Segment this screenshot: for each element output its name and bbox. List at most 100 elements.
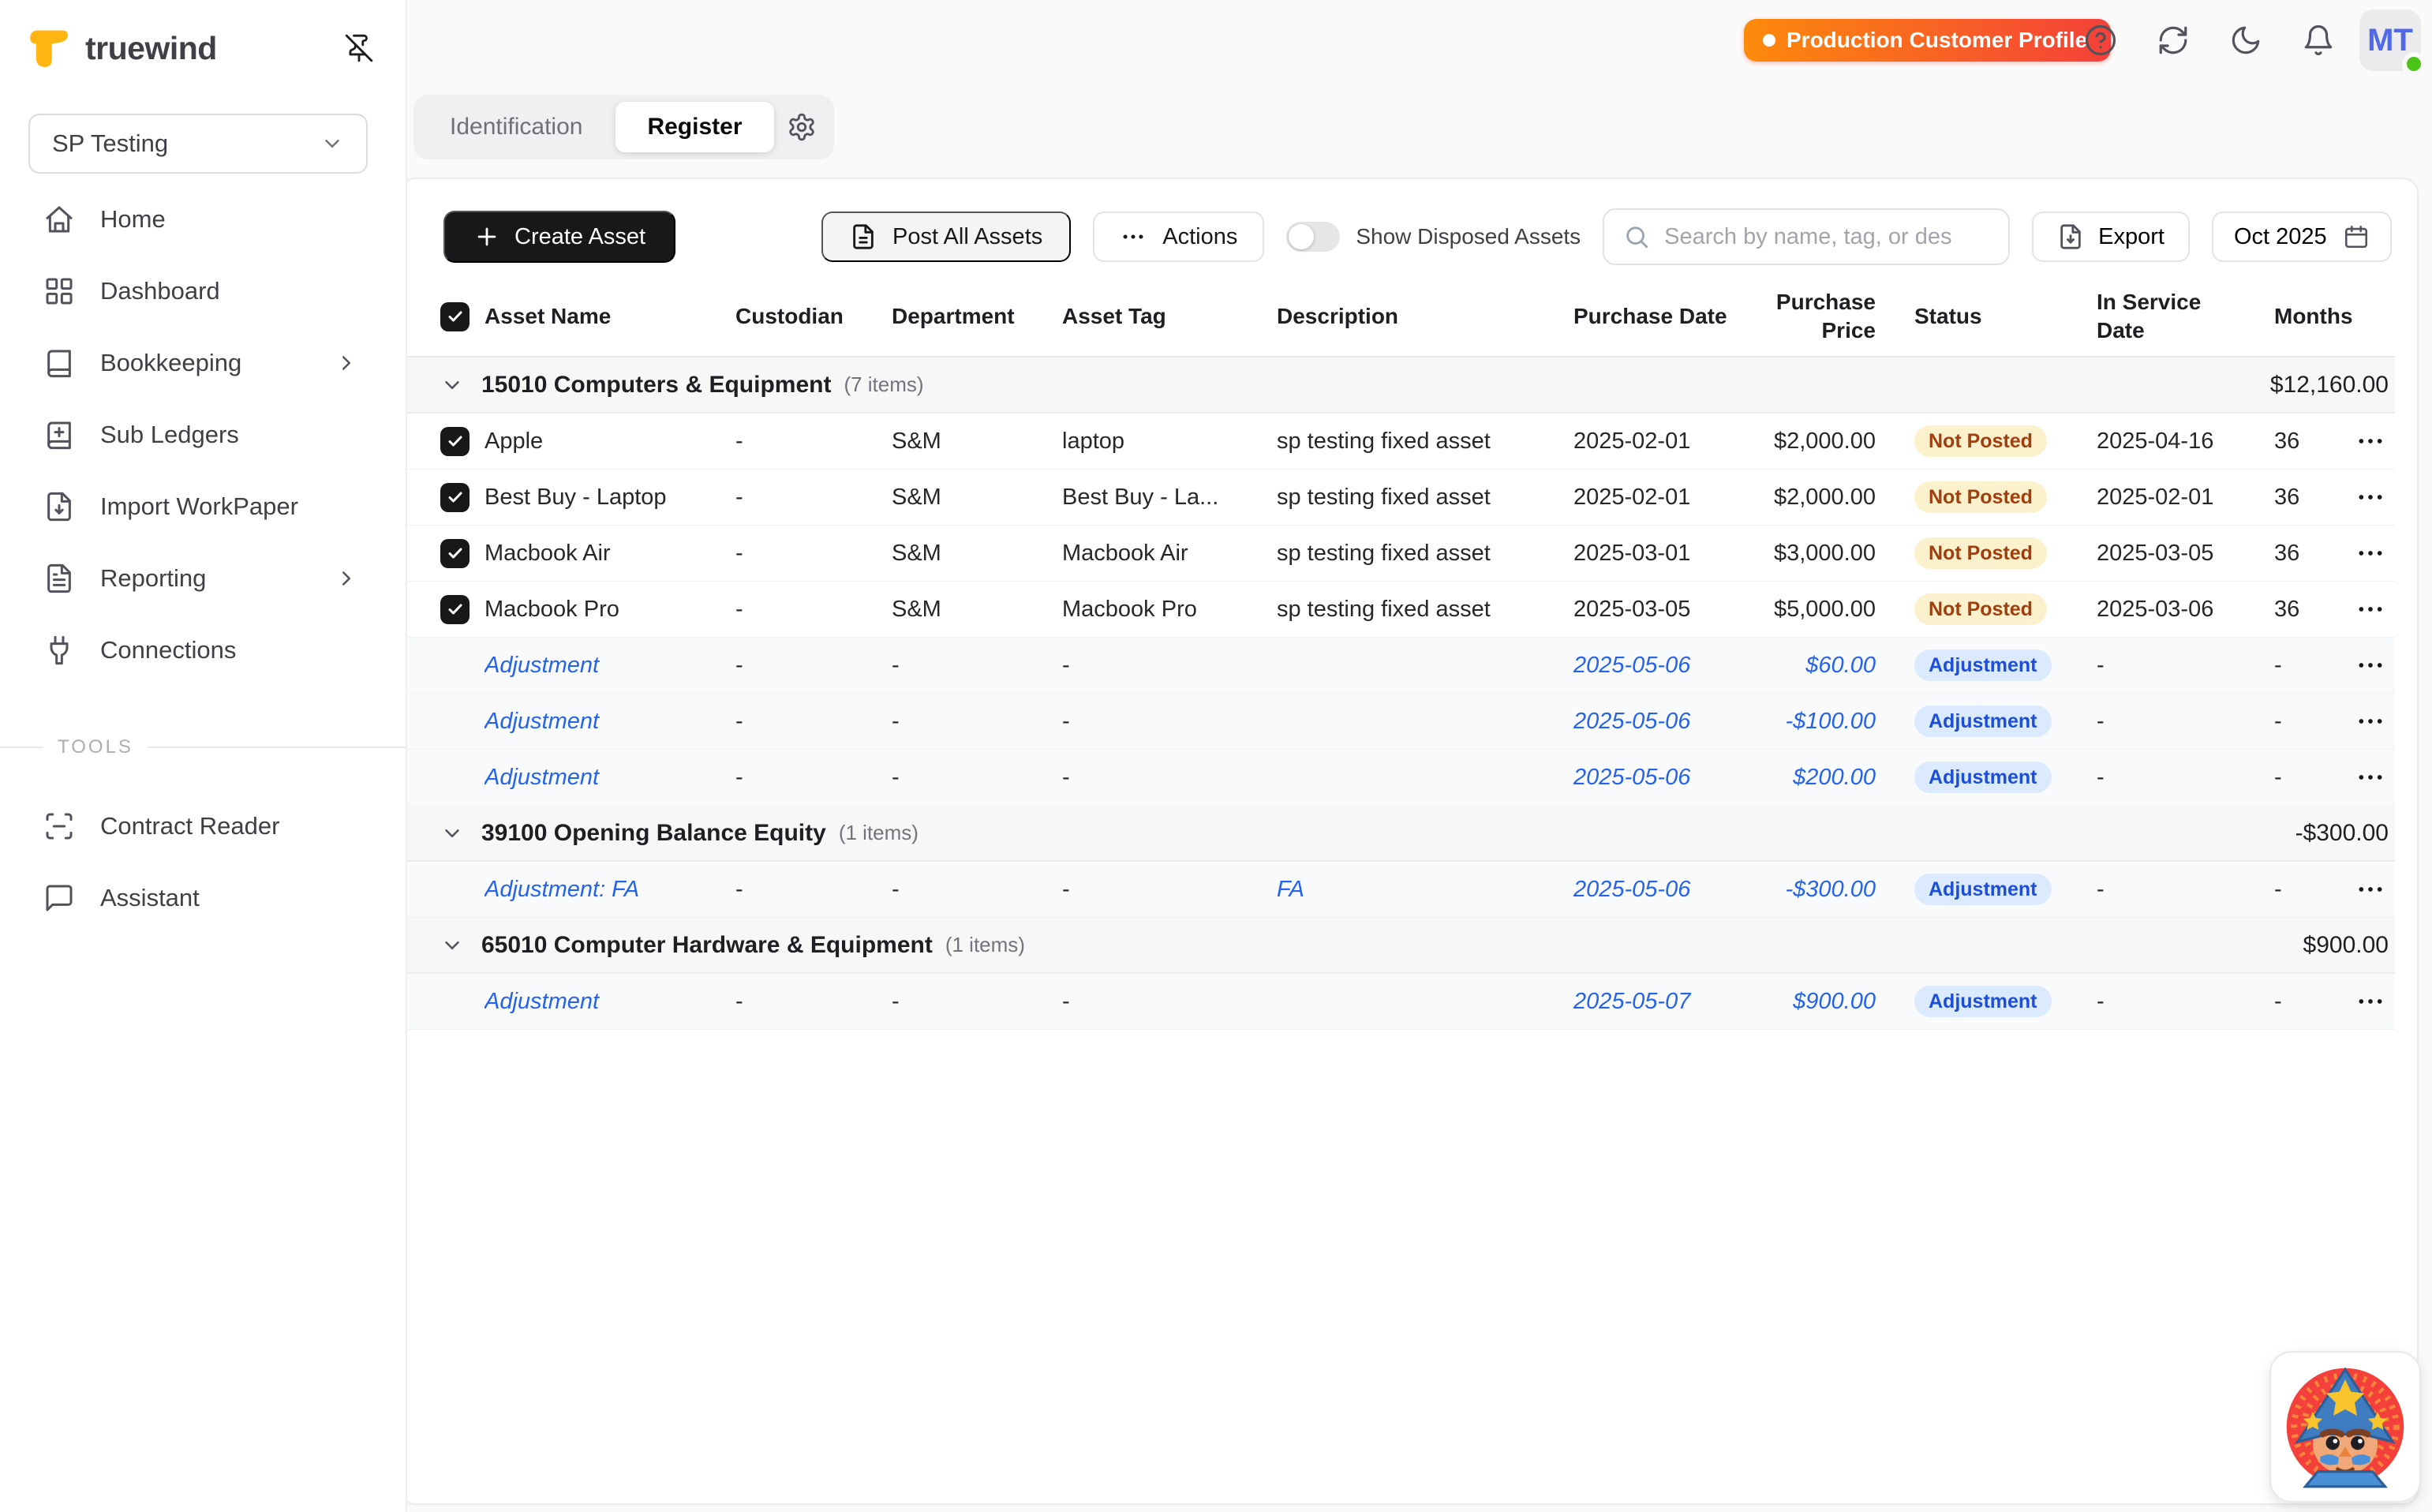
status-badge: Not Posted xyxy=(1914,537,2047,569)
sidebar-item-reporting[interactable]: Reporting xyxy=(0,542,406,614)
disposed-toggle-group: Show Disposed Assets xyxy=(1286,222,1581,252)
row-actions-button[interactable] xyxy=(2345,705,2395,737)
table-row[interactable]: Adjustment---2025-05-07$900.00Adjustment… xyxy=(402,974,2395,1030)
tools-item-assistant[interactable]: Assistant xyxy=(0,862,406,934)
status-badge: Adjustment xyxy=(1914,762,2052,793)
status-badge: Adjustment xyxy=(1914,705,2052,737)
cell-asset-name[interactable]: Adjustment xyxy=(485,765,735,791)
row-checkbox[interactable] xyxy=(440,427,470,456)
production-profile-badge[interactable]: Production Customer Profile xyxy=(1744,19,2111,62)
table-row[interactable]: Apple-S&Mlaptopsp testing fixed asset202… xyxy=(402,414,2395,470)
help-icon[interactable] xyxy=(2084,24,2117,57)
create-asset-button[interactable]: Create Asset xyxy=(443,211,675,263)
group-row[interactable]: 39100 Opening Balance Equity(1 items)-$3… xyxy=(402,806,2395,862)
post-all-assets-button[interactable]: Post All Assets xyxy=(821,211,1071,262)
row-checkbox[interactable] xyxy=(440,483,470,512)
cell-department: - xyxy=(892,989,1062,1015)
search-input[interactable] xyxy=(1664,224,1989,250)
cell-department: - xyxy=(892,877,1062,903)
cell-purchase-price: -$300.00 xyxy=(1727,877,1876,903)
table-row[interactable]: Best Buy - Laptop-S&MBest Buy - La...sp … xyxy=(402,470,2395,526)
row-actions-button[interactable] xyxy=(2345,537,2395,569)
group-row[interactable]: 15010 Computers & Equipment(7 items)$12,… xyxy=(402,357,2395,414)
truewind-logo-icon xyxy=(25,24,73,73)
dark-mode-icon[interactable] xyxy=(2229,24,2262,57)
table-row[interactable]: Macbook Air-S&MMacbook Airsp testing fix… xyxy=(402,526,2395,582)
row-actions-button[interactable] xyxy=(2345,481,2395,513)
topbar-icons xyxy=(2084,24,2335,57)
create-asset-label: Create Asset xyxy=(514,224,645,250)
tabs-settings-gear-icon[interactable] xyxy=(787,112,817,142)
cell-purchase-date: 2025-03-05 xyxy=(1573,597,1727,623)
pin-off-icon[interactable] xyxy=(344,33,374,63)
chevron-down-icon xyxy=(440,934,464,957)
tab-register[interactable]: Register xyxy=(615,102,773,152)
book-plus-icon xyxy=(43,419,75,451)
cell-status: Adjustment xyxy=(1876,649,2097,681)
row-actions-button[interactable] xyxy=(2345,762,2395,793)
sidebar-item-import-workpaper[interactable]: Import WorkPaper xyxy=(0,470,406,542)
cell-asset-tag: - xyxy=(1062,653,1277,679)
tab-identification[interactable]: Identification xyxy=(421,114,611,140)
cell-asset-name[interactable]: Adjustment xyxy=(485,989,735,1015)
cell-asset-name[interactable]: Adjustment: FA xyxy=(485,877,735,903)
period-picker-button[interactable]: Oct 2025 xyxy=(2212,211,2392,262)
header-select-all[interactable] xyxy=(402,302,485,331)
status-badge: Adjustment xyxy=(1914,874,2052,905)
sidebar-item-bookkeeping[interactable]: Bookkeeping xyxy=(0,327,406,399)
tools-item-contract-reader[interactable]: Contract Reader xyxy=(0,790,406,862)
group-title: 15010 Computers & Equipment xyxy=(481,372,831,399)
export-button[interactable]: Export xyxy=(2032,211,2190,262)
row-actions-button[interactable] xyxy=(2345,874,2395,905)
cell-asset-name[interactable]: Adjustment xyxy=(485,709,735,735)
cell-department: - xyxy=(892,653,1062,679)
user-avatar[interactable]: MT xyxy=(2359,9,2421,71)
sidebar-item-connections[interactable]: Connections xyxy=(0,614,406,686)
col-status: Status xyxy=(1876,302,2097,331)
table-row[interactable]: Adjustment---2025-05-06$200.00Adjustment… xyxy=(402,750,2395,806)
row-actions-button[interactable] xyxy=(2345,986,2395,1017)
nav-label: Import WorkPaper xyxy=(100,492,298,521)
cell-in-service-date: 2025-03-06 xyxy=(2097,597,2274,623)
table-row[interactable]: Adjustment: FA---FA2025-05-06-$300.00Adj… xyxy=(402,862,2395,918)
assistant-wizard-button[interactable] xyxy=(2269,1351,2421,1503)
table-row[interactable]: Macbook Pro-S&MMacbook Prosp testing fix… xyxy=(402,582,2395,638)
sidebar-item-sub-ledgers[interactable]: Sub Ledgers xyxy=(0,399,406,470)
status-badge: Not Posted xyxy=(1914,481,2047,513)
cell-purchase-date: 2025-05-06 xyxy=(1573,877,1727,903)
row-actions-button[interactable] xyxy=(2345,593,2395,625)
show-disposed-toggle[interactable] xyxy=(1286,222,1340,252)
cell-purchase-price: -$100.00 xyxy=(1727,709,1876,735)
actions-button[interactable]: Actions xyxy=(1093,211,1264,262)
cell-status: Adjustment xyxy=(1876,762,2097,793)
actions-label: Actions xyxy=(1162,224,1237,250)
sidebar-item-home[interactable]: Home xyxy=(0,183,406,255)
group-row[interactable]: 65010 Computer Hardware & Equipment(1 it… xyxy=(402,918,2395,974)
brand-row: truewind xyxy=(0,0,406,73)
row-actions-button[interactable] xyxy=(2345,649,2395,681)
cell-asset-name[interactable]: Adjustment xyxy=(485,653,735,679)
cell-status: Not Posted xyxy=(1876,425,2097,457)
toolbar: Create Asset Post All Assets Actions Sho… xyxy=(443,211,2392,263)
group-total: -$300.00 xyxy=(2295,820,2389,847)
cell-in-service-date: 2025-03-05 xyxy=(2097,541,2274,567)
table-body: 15010 Computers & Equipment(7 items)$12,… xyxy=(402,357,2395,1030)
row-checkbox[interactable] xyxy=(440,539,470,568)
row-checkbox[interactable] xyxy=(440,595,470,624)
select-all-checkbox[interactable] xyxy=(440,302,470,331)
sidebar-tools-nav: Contract ReaderAssistant xyxy=(0,790,406,934)
cell-asset-tag: Macbook Pro xyxy=(1062,597,1277,623)
workspace-select[interactable]: SP Testing xyxy=(28,114,368,174)
file-report-icon xyxy=(43,563,75,594)
group-item-count: (1 items) xyxy=(839,821,919,845)
sidebar-item-dashboard[interactable]: Dashboard xyxy=(0,255,406,327)
table-row[interactable]: Adjustment---2025-05-06-$100.00Adjustmen… xyxy=(402,694,2395,750)
status-badge: Not Posted xyxy=(1914,593,2047,625)
refresh-icon[interactable] xyxy=(2157,24,2190,57)
cell-months: - xyxy=(2274,765,2345,791)
notifications-bell-icon[interactable] xyxy=(2302,24,2335,57)
cell-custodian: - xyxy=(735,429,892,455)
sidebar: truewind SP Testing HomeDashboardBookkee… xyxy=(0,0,407,1512)
row-actions-button[interactable] xyxy=(2345,425,2395,457)
table-row[interactable]: Adjustment---2025-05-06$60.00Adjustment-… xyxy=(402,638,2395,694)
